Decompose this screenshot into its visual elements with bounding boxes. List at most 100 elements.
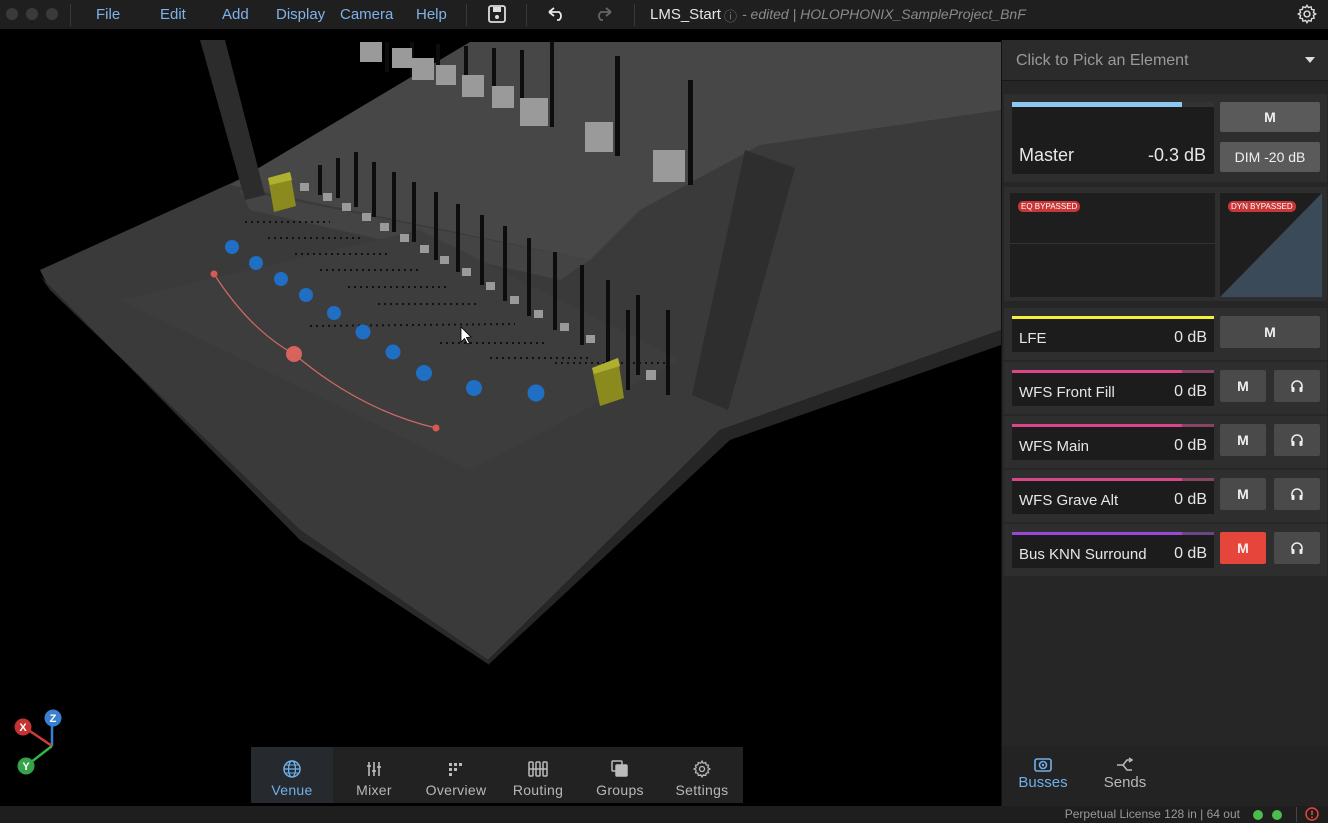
bus-level-meter	[1012, 316, 1214, 319]
master-label: Master	[1019, 145, 1075, 165]
menu-add[interactable]: Add	[222, 6, 249, 23]
tab-routing[interactable]: Routing	[497, 747, 579, 803]
bus-solo-headphones-button[interactable]	[1274, 370, 1320, 402]
dynamics-display[interactable]: DYN BYPASSED	[1220, 193, 1322, 297]
bus-mute-button[interactable]: M	[1220, 478, 1266, 510]
tab-settings[interactable]: Settings	[661, 747, 743, 803]
element-picker-placeholder: Click to Pick an Element	[1016, 52, 1189, 69]
menu-separator	[70, 4, 71, 26]
bus-mute-button[interactable]: M	[1220, 316, 1320, 348]
tab-busses[interactable]: Busses	[1008, 756, 1078, 791]
headphones-icon	[1291, 434, 1303, 446]
tab-venue-label: Venue	[271, 782, 313, 798]
status-led-1	[1253, 810, 1263, 820]
eq-display[interactable]: EQ BYPASSED	[1010, 193, 1215, 297]
status-bar: Perpetual License 128 in | 64 out	[0, 806, 1328, 823]
tab-routing-label: Routing	[512, 782, 564, 798]
license-text: Perpetual License 128 in | 64 out	[1064, 807, 1240, 821]
bus-level-rest	[1181, 532, 1214, 535]
master-meter-box[interactable]: Master -0.3 dB	[1012, 102, 1214, 174]
tab-groups[interactable]: Groups	[579, 747, 661, 803]
bus-gain-value: 0 dB	[1174, 329, 1207, 346]
bus-row: WFS Front Fill 0 dB M	[1004, 362, 1327, 414]
bus-gain-value: 0 dB	[1174, 437, 1207, 454]
menu-help[interactable]: Help	[416, 6, 447, 23]
bus-meter-box[interactable]: WFS Main 0 dB	[1012, 424, 1214, 460]
info-icon[interactable]: ⓘ	[724, 6, 737, 25]
bus-level-rest	[1181, 370, 1214, 373]
bus-name: LFE	[1019, 330, 1047, 347]
left-pillar	[200, 40, 265, 200]
toolbar-separator	[466, 4, 467, 26]
dim-button[interactable]: DIM -20 dB	[1220, 142, 1320, 172]
bus-level-meter	[1012, 478, 1214, 481]
menu-display[interactable]: Display	[276, 6, 325, 23]
bus-solo-headphones-button[interactable]	[1274, 478, 1320, 510]
tab-overview-label: Overview	[425, 782, 487, 798]
element-picker[interactable]: Click to Pick an Element	[1002, 40, 1328, 81]
bus-level-fill	[1012, 478, 1182, 481]
save-button[interactable]	[482, 2, 512, 26]
bus-meter-box[interactable]: WFS Grave Alt 0 dB	[1012, 478, 1214, 514]
chevron-down-icon	[1305, 57, 1315, 63]
bus-name: WFS Grave Alt	[1019, 492, 1119, 509]
bus-gain-value: 0 dB	[1174, 383, 1207, 400]
tab-mixer[interactable]: Mixer	[333, 747, 415, 803]
speaker-icon	[1034, 758, 1052, 772]
eq-zero-line	[1010, 243, 1215, 244]
bus-mute-button[interactable]: M	[1220, 424, 1266, 456]
bottom-tab-bar: Venue Mixer Overview Routing Groups Sett…	[251, 747, 743, 803]
bus-meter-box[interactable]: Bus KNN Surround 0 dB	[1012, 532, 1214, 568]
bus-mute-button[interactable]: M	[1220, 370, 1266, 402]
error-icon[interactable]	[1305, 807, 1319, 821]
bus-level-fill	[1012, 424, 1182, 427]
bus-level-rest	[1181, 478, 1214, 481]
tab-overview[interactable]: Overview	[415, 747, 497, 803]
status-led-2	[1272, 810, 1282, 820]
window-minimize-dot[interactable]	[26, 8, 38, 20]
master-level-meter-rest	[1181, 102, 1214, 107]
bus-row: LFE 0 dB M	[1004, 308, 1327, 360]
venue-scene	[40, 40, 1001, 665]
axis-y-label: Y	[22, 761, 30, 773]
bus-level-meter	[1012, 424, 1214, 427]
bus-name: WFS Front Fill	[1019, 384, 1115, 401]
bus-meter-box[interactable]: WFS Front Fill 0 dB	[1012, 370, 1214, 406]
bus-solo-headphones-button[interactable]	[1274, 424, 1320, 456]
save-icon	[488, 5, 506, 23]
routing-icon	[528, 761, 548, 777]
tab-venue[interactable]: Venue	[251, 747, 333, 803]
eq-dyn-strip: EQ BYPASSED DYN BYPASSED	[1004, 187, 1327, 301]
headphones-icon	[1291, 542, 1303, 554]
groups-icon	[611, 760, 628, 777]
undo-button[interactable]	[541, 2, 571, 26]
gear-icon	[692, 759, 712, 779]
menu-file[interactable]: File	[96, 6, 120, 23]
bus-mute-button[interactable]: M	[1220, 532, 1266, 564]
master-mute-button[interactable]: M	[1220, 102, 1320, 132]
menu-edit[interactable]: Edit	[160, 6, 186, 23]
redo-icon	[598, 7, 612, 21]
axis-gizmo: Z X Y	[14, 709, 62, 775]
app-settings-button[interactable]	[1296, 3, 1318, 30]
bus-solo-headphones-button[interactable]	[1274, 532, 1320, 564]
bus-level-meter	[1012, 370, 1214, 373]
redo-button[interactable]	[589, 2, 619, 26]
window-zoom-dot[interactable]	[46, 8, 58, 20]
tab-busses-label: Busses	[1018, 774, 1068, 791]
bus-level-rest	[1181, 424, 1214, 427]
venue-3d-viewport[interactable]	[0, 29, 1001, 806]
sends-icon	[1117, 757, 1134, 771]
tab-groups-label: Groups	[596, 782, 644, 798]
bus-row: Bus KNN Surround 0 dB M	[1004, 524, 1327, 576]
title-bar: File Edit Add Display Camera Help LMS_St…	[0, 0, 1328, 29]
menu-camera[interactable]: Camera	[340, 6, 393, 23]
document-subtitle: - edited | HOLOPHONIX_SampleProject_BnF	[742, 6, 1026, 22]
bus-meter-box[interactable]: LFE 0 dB	[1012, 316, 1214, 352]
bus-row: WFS Main 0 dB M	[1004, 416, 1327, 468]
axis-z-label: Z	[50, 713, 57, 725]
headphones-icon	[1291, 380, 1303, 392]
bus-gain-value: 0 dB	[1174, 545, 1207, 562]
window-close-dot[interactable]	[6, 8, 18, 20]
tab-sends[interactable]: Sends	[1090, 756, 1160, 791]
